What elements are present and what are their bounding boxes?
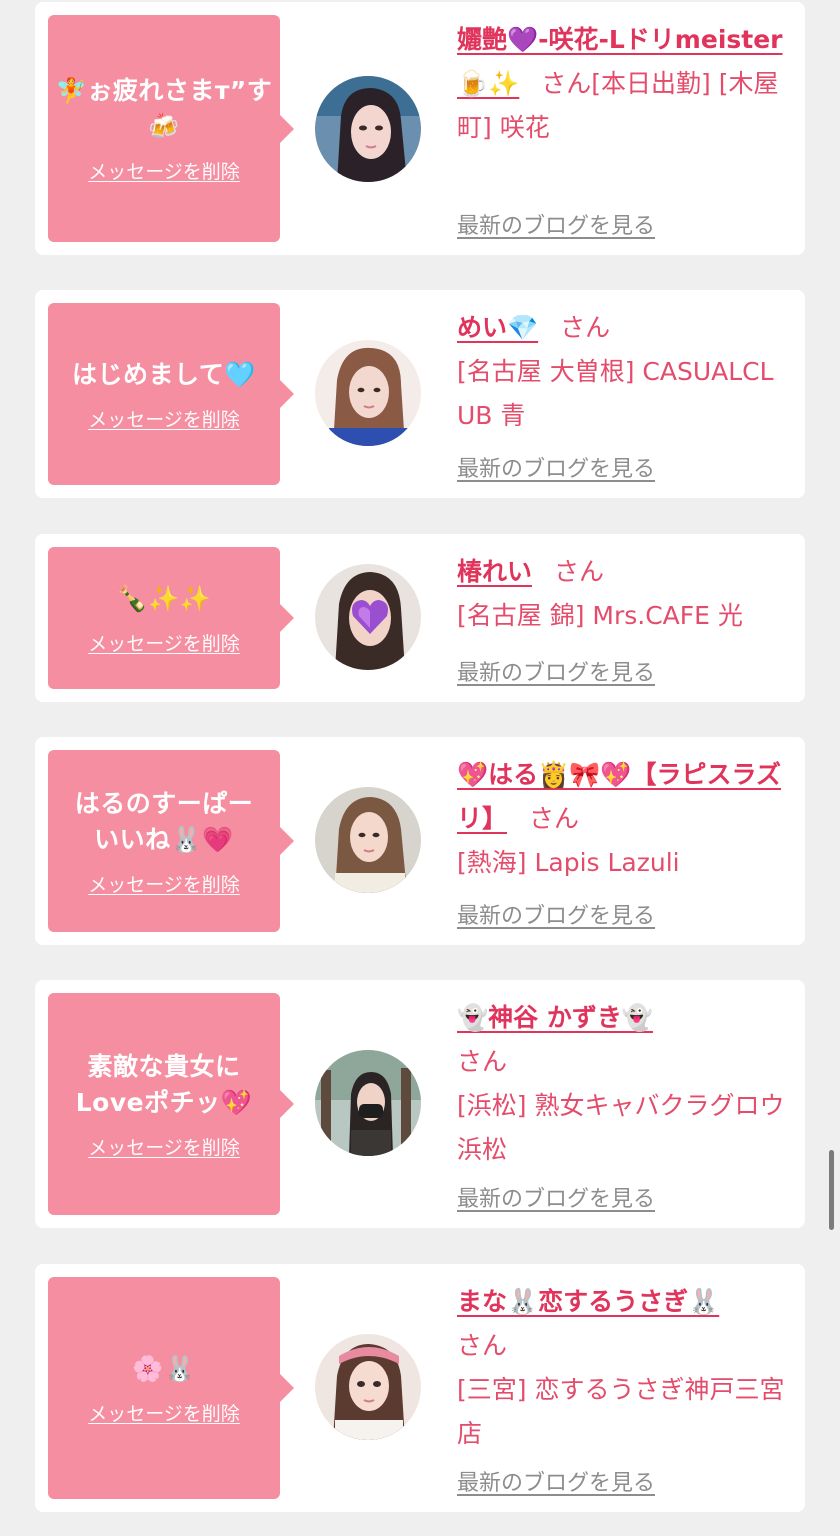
message-bubble: 🍾✨✨ メッセージを削除 — [48, 547, 294, 689]
honorific: さん — [457, 1047, 508, 1076]
cast-info: 💖はる👸🎀💖【ラピスラズリ】 さん [熱海] Lapis Lazuli — [457, 753, 785, 885]
message-bubble: 🌸🐰 メッセージを削除 — [48, 1277, 294, 1499]
cast-info: まな🐰恋するうさぎ🐰 さん [三宮] 恋するうさぎ神戸三宮店 — [457, 1280, 785, 1456]
message-card: 🧚ぉ疲れさまт”す🍻 メッセージを削除 孋艶💜-咲花-Lドリmeister🍺✨ さ… — [35, 2, 805, 255]
delete-message-link[interactable]: メッセージを削除 — [88, 157, 240, 184]
cast-name-link[interactable]: まな🐰恋するうさぎ🐰 — [457, 1287, 719, 1316]
message-bubble: 素敵な貴女にLoveポチッ💖 メッセージを削除 — [48, 993, 294, 1215]
message-card: 🍾✨✨ メッセージを削除 椿れい さん [名古屋 錦] Mrs.CAFE 光 最新の… — [35, 534, 805, 702]
message-text: はじめまして🩵 — [72, 359, 256, 389]
message-card: はじめまして🩵 メッセージを削除 めい💎 さん [名古屋 大曽根] CASUALCL… — [35, 290, 805, 498]
cast-name-link[interactable]: 椿れい — [457, 557, 532, 586]
message-text: 🧚ぉ疲れさまт”す🍻 — [55, 76, 273, 141]
cast-info: めい💎 さん [名古屋 大曽根] CASUALCLUB 青 — [457, 306, 785, 438]
cast-info: 椿れい さん [名古屋 錦] Mrs.CAFE 光 — [457, 550, 785, 638]
latest-blog-link[interactable]: 最新のブログを見る — [457, 655, 655, 687]
delete-message-link[interactable]: メッセージを削除 — [88, 405, 240, 432]
message-bubble: 🧚ぉ疲れさまт”す🍻 メッセージを削除 — [48, 15, 294, 242]
honorific: さん — [554, 557, 605, 586]
shop-info: [三宮] 恋するうさぎ神戸三宮店 — [457, 1375, 785, 1448]
latest-blog-link[interactable]: 最新のブログを見る — [457, 208, 655, 240]
latest-blog-link[interactable]: 最新のブログを見る — [457, 451, 655, 483]
avatar[interactable] — [315, 564, 421, 670]
honorific: さん — [541, 69, 592, 98]
honorific: さん — [560, 313, 611, 342]
cast-name-link[interactable]: 💖はる👸🎀💖【ラピスラズリ】 — [457, 760, 781, 833]
message-card: はるのすーぱーいいね🐰💗 メッセージを削除 💖はる👸🎀💖【ラピスラズリ】 さん [熱… — [35, 737, 805, 945]
message-bubble: はるのすーぱーいいね🐰💗 メッセージを削除 — [48, 750, 294, 932]
message-text: 素敵な貴女にLoveポチッ💖 — [75, 1051, 253, 1117]
message-card: 🌸🐰 メッセージを削除 まな🐰恋するうさぎ🐰 さん [三宮] 恋するうさぎ神戸三宮店… — [35, 1264, 805, 1512]
shop-info: [熱海] Lapis Lazuli — [457, 848, 680, 877]
avatar[interactable] — [315, 76, 421, 182]
message-text: 🌸🐰 — [132, 1353, 196, 1383]
avatar[interactable] — [315, 340, 421, 446]
avatar[interactable] — [315, 1050, 421, 1156]
latest-blog-link[interactable]: 最新のブログを見る — [457, 1181, 655, 1213]
avatar[interactable] — [315, 787, 421, 893]
message-text: はるのすーぱーいいね🐰💗 — [74, 788, 254, 854]
delete-message-link[interactable]: メッセージを削除 — [88, 870, 240, 897]
delete-message-link[interactable]: メッセージを削除 — [88, 1133, 240, 1160]
avatar[interactable] — [315, 1334, 421, 1440]
latest-blog-link[interactable]: 最新のブログを見る — [457, 898, 655, 930]
message-bubble: はじめまして🩵 メッセージを削除 — [48, 303, 294, 485]
latest-blog-link[interactable]: 最新のブログを見る — [457, 1465, 655, 1497]
cast-info: 孋艶💜-咲花-Lドリmeister🍺✨ さん[本日出勤] [木屋町] 咲花 — [457, 18, 785, 150]
message-card: 素敵な貴女にLoveポチッ💖 メッセージを削除 👻神谷 かずき👻 さん [浜松] 熟… — [35, 980, 805, 1228]
cast-name-link[interactable]: 👻神谷 かずき👻 — [457, 1003, 653, 1032]
honorific: さん — [457, 1331, 508, 1360]
cast-info: 👻神谷 かずき👻 さん [浜松] 熟女キャバクラグロウ 浜松 — [457, 996, 785, 1172]
delete-message-link[interactable]: メッセージを削除 — [88, 629, 240, 656]
message-text: 🍾✨✨ — [116, 583, 212, 613]
delete-message-link[interactable]: メッセージを削除 — [88, 1399, 240, 1426]
shop-info: [名古屋 錦] Mrs.CAFE 光 — [457, 601, 743, 630]
honorific: さん — [529, 804, 580, 833]
cast-name-link[interactable]: めい💎 — [457, 313, 538, 342]
scrollbar[interactable] — [829, 1150, 834, 1230]
shop-info: [浜松] 熟女キャバクラグロウ 浜松 — [457, 1091, 785, 1164]
shop-info: [名古屋 大曽根] CASUALCLUB 青 — [457, 357, 774, 430]
